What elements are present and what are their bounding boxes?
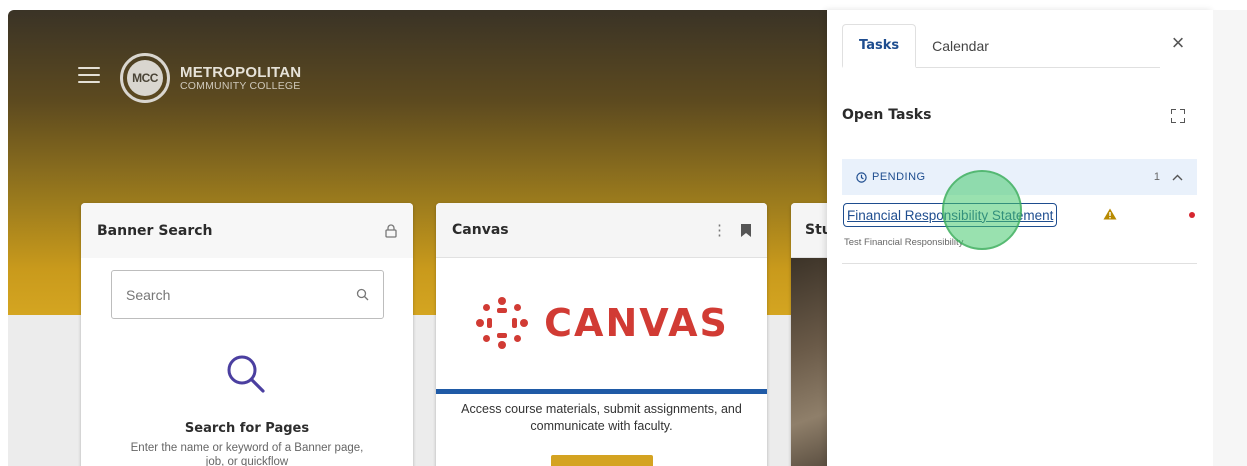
bookmark-icon[interactable] [741,223,751,237]
pending-group-label: PENDING [856,171,926,183]
card-header: Canvas ⋮ [436,203,767,258]
panel-tabs: Tasks Calendar [842,24,1160,68]
canvas-logo-text: CANVAS [544,301,729,345]
tab-calendar[interactable]: Calendar [916,24,1005,68]
task-subtitle: Test Financial Responsibility [844,237,964,248]
card-header: Banner Search [81,203,413,258]
expand-icon[interactable] [1171,109,1185,123]
warning-icon [1103,208,1117,220]
canvas-logo: CANVAS [436,258,767,388]
pending-count: 1 [1153,171,1160,183]
kebab-menu-icon[interactable]: ⋮ [712,223,727,238]
hamburger-menu-icon[interactable] [78,67,100,87]
unread-indicator-dot [1189,212,1195,218]
page-scroll-gutter [1213,10,1247,466]
logo-initials: MCC [132,71,158,85]
canvas-divider-bar [436,389,767,394]
pending-group-header[interactable]: PENDING 1 [842,159,1197,195]
logo-text: METROPOLITAN COMMUNITY COLLEGE [180,65,301,92]
banner-search-heading: Search for Pages [184,421,310,436]
search-placeholder: Search [126,286,171,303]
banner-search-input[interactable]: Search [111,270,384,319]
tab-tasks[interactable]: Tasks [842,24,917,68]
card-title: Banner Search [97,222,213,239]
college-logo[interactable]: MCC METROPOLITAN COMMUNITY COLLEGE [120,53,301,103]
card-title: Canvas [452,222,509,238]
task-link-financial-responsibility[interactable]: Financial Responsibility Statement [843,203,1058,227]
canvas-description: Access course materials, submit assignme… [461,402,742,433]
task-row: Financial Responsibility Statement Test … [842,200,1197,264]
search-icon[interactable] [356,288,369,301]
clock-icon [856,171,867,183]
pending-group-meta: 1 [1154,171,1183,183]
card-actions [385,223,397,238]
close-icon[interactable]: × [1167,32,1189,55]
tasks-panel: Tasks Calendar × Open Tasks PENDING 1 Fi… [827,10,1213,466]
logo-name: METROPOLITAN [180,63,302,81]
canvas-card: Canvas ⋮ CANVAS Access course materials,… [436,203,767,466]
banner-search-description: Enter the name or keyword of a Banner pa… [130,442,364,466]
logo-emblem: MCC [120,53,170,103]
lock-icon[interactable] [385,223,397,238]
page: MCC METROPOLITAN COMMUNITY COLLEGE Banne… [0,0,1247,466]
search-illustration-icon [227,355,265,393]
card-actions: ⋮ [712,223,751,238]
canvas-open-button[interactable] [551,455,653,466]
chevron-up-icon[interactable] [1172,174,1183,181]
pending-label-text: PENDING [872,171,926,183]
open-tasks-title: Open Tasks [842,107,932,123]
logo-subtitle: COMMUNITY COLLEGE [180,79,301,92]
banner-search-card: Banner Search Search Search for Pages En… [81,203,413,466]
canvas-logo-icon [476,297,529,349]
